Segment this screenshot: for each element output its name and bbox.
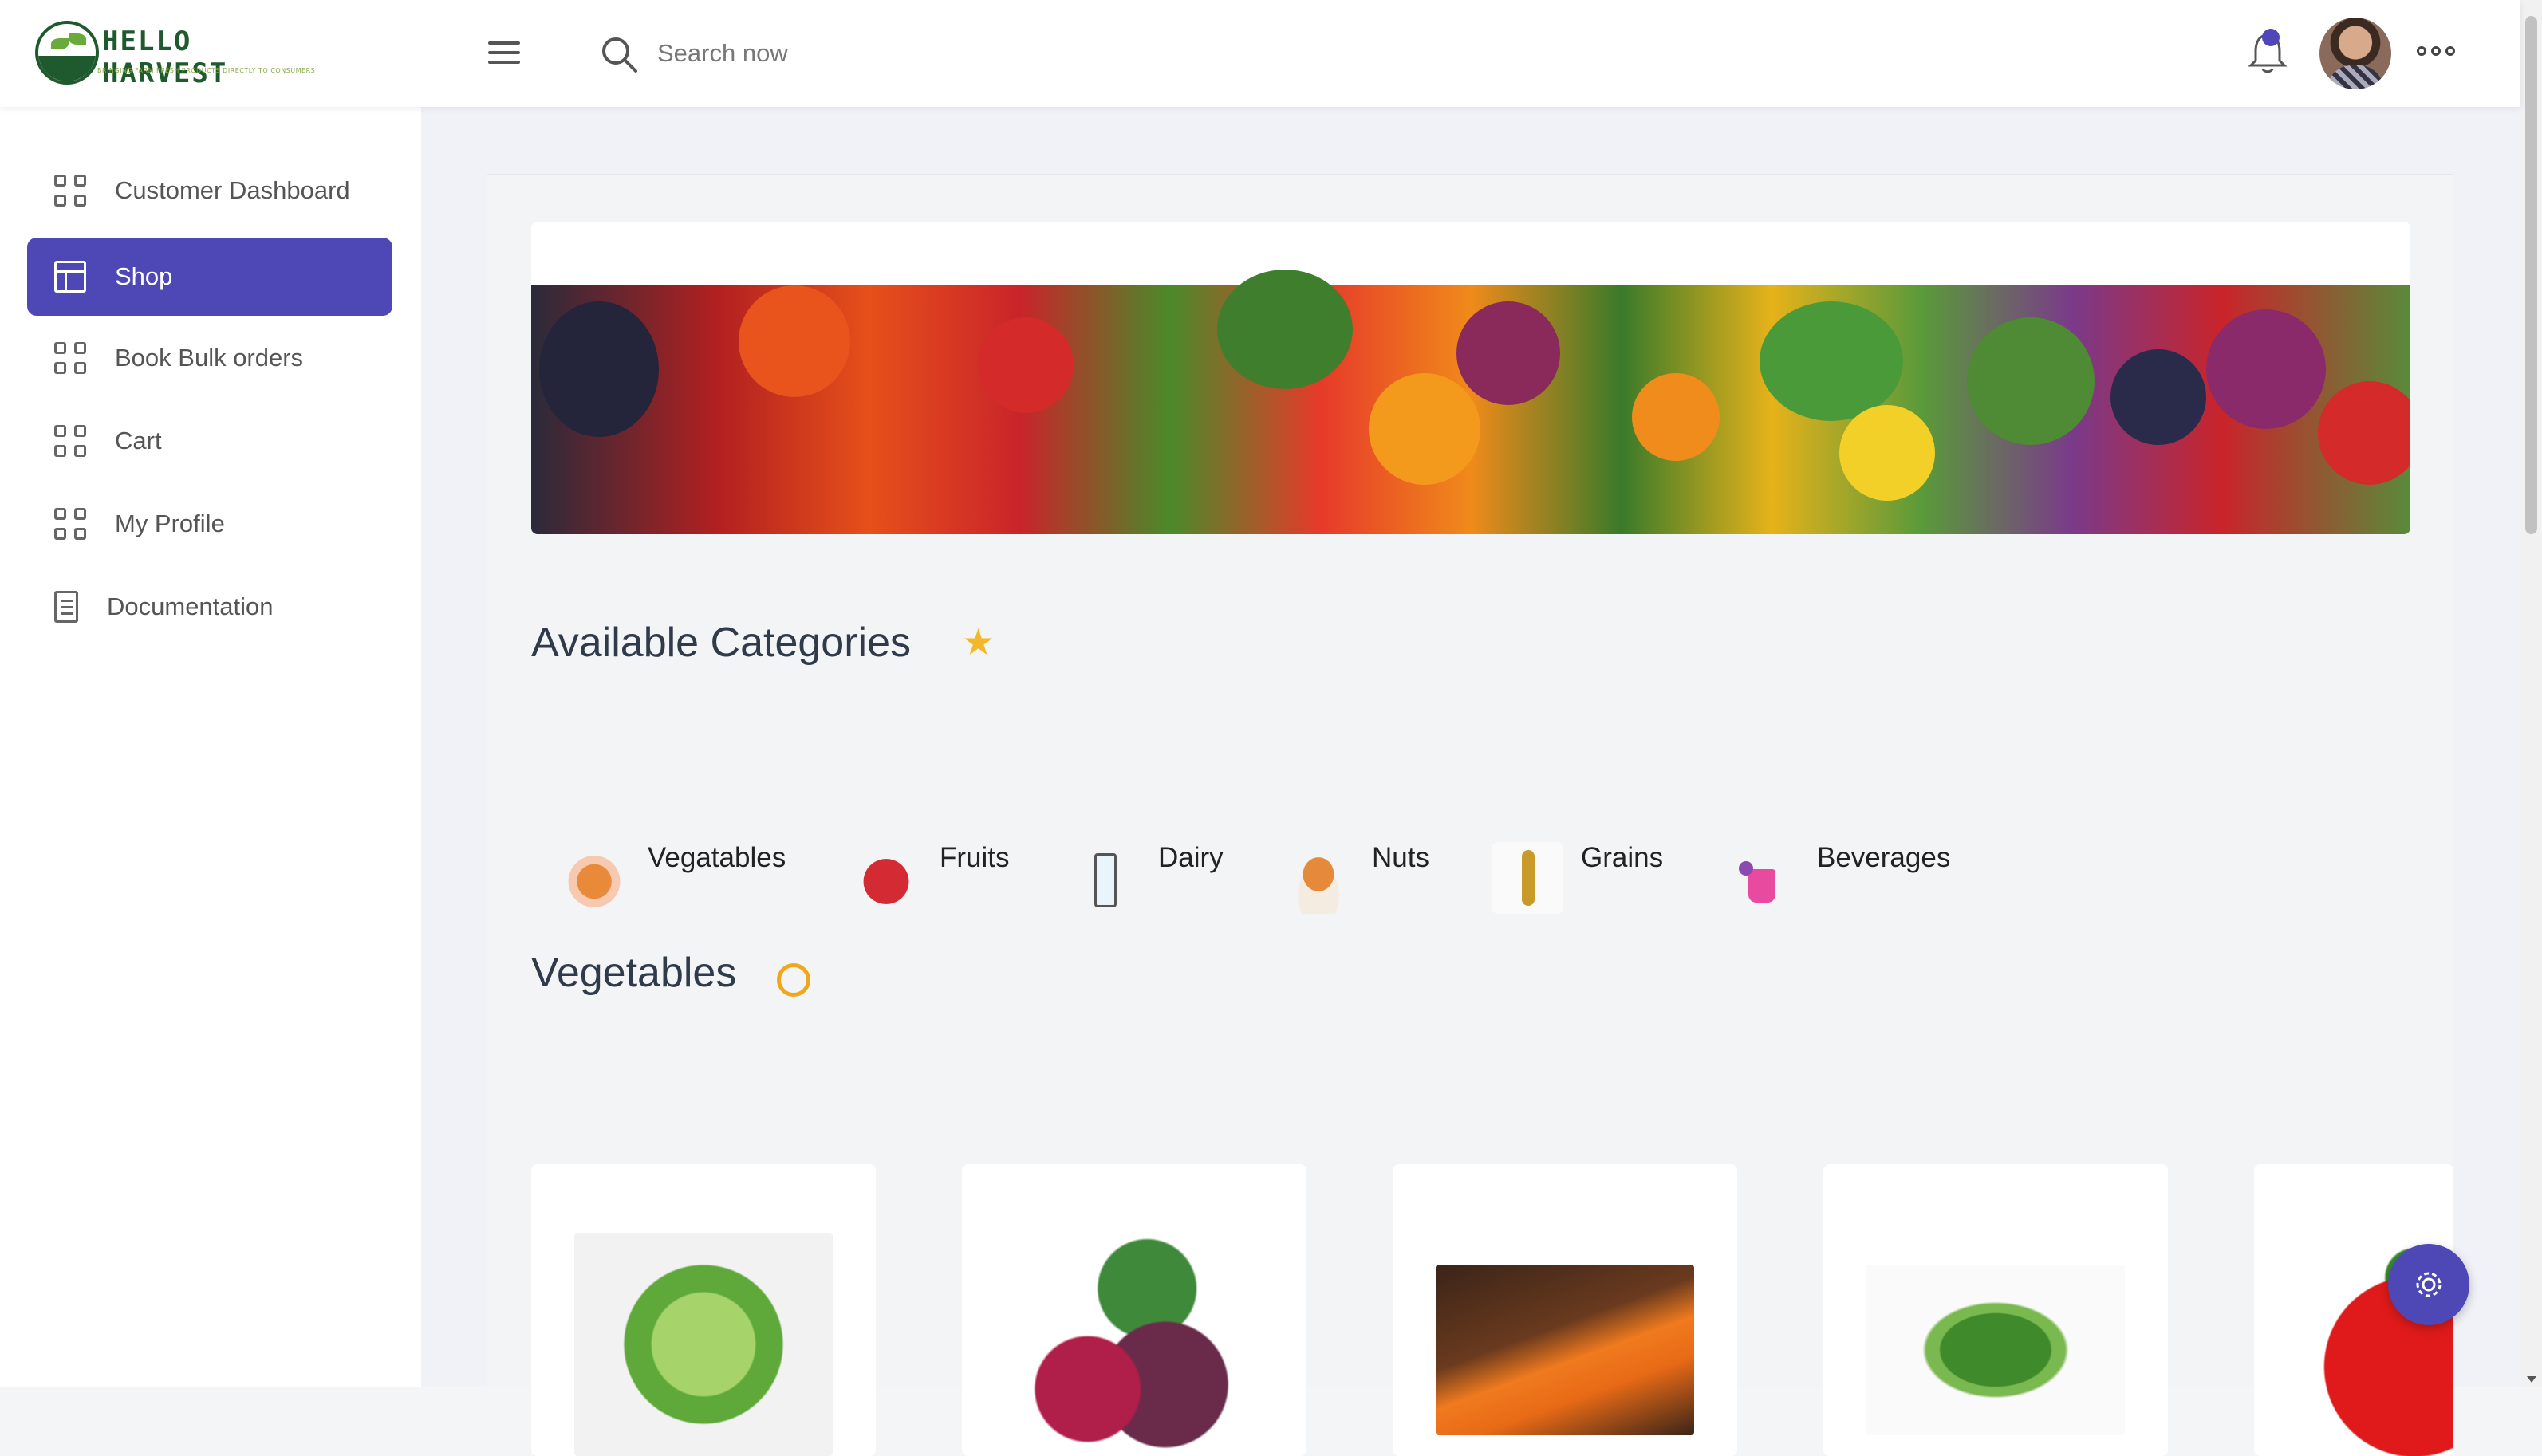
sidebar-item-cart[interactable]: Cart [27, 402, 392, 480]
settings-fab[interactable] [2388, 1244, 2469, 1325]
more-icon[interactable] [2417, 46, 2455, 59]
grid-icon [54, 175, 86, 207]
product-card[interactable] [1823, 1164, 2168, 1456]
apple-icon [850, 842, 922, 914]
category-label: Dairy [1158, 842, 1224, 873]
category-nuts[interactable]: Nuts [1283, 842, 1429, 922]
vertical-scrollbar[interactable] [2520, 0, 2542, 1387]
search-icon[interactable] [600, 35, 640, 75]
product-image-beetroot [1005, 1233, 1263, 1456]
product-card[interactable] [531, 1164, 876, 1456]
nuts-bowl-icon [1283, 842, 1354, 914]
brand-name: HELLO HARVEST [102, 26, 228, 89]
drink-icon [1728, 842, 1799, 914]
grid-icon [54, 425, 86, 457]
main-area: Available Categories ★ Vegatables Fruits… [421, 107, 2520, 1456]
avatar[interactable] [2319, 18, 2391, 89]
category-grains[interactable]: Grains [1492, 842, 1663, 922]
category-label: Nuts [1372, 842, 1429, 873]
sidebar-item-label: Documentation [107, 592, 274, 620]
category-dairy[interactable]: Dairy [1069, 842, 1224, 922]
notification-dot [2262, 29, 2280, 46]
sidebar-item-my-profile[interactable]: My Profile [27, 485, 392, 563]
brand-logo[interactable]: HELLO HARVEST BRINGING FARM FRESH PRODUC… [35, 18, 315, 89]
scroll-down-arrow[interactable] [2527, 1376, 2536, 1383]
categories-title: Available Categories [531, 620, 911, 666]
sidebar-item-label: Book Bulk orders [115, 344, 304, 372]
grid-icon [54, 508, 86, 540]
product-image-carrots [1436, 1265, 1694, 1435]
banner-image [531, 270, 2410, 534]
category-label: Vegatables [648, 842, 786, 873]
sidebar: Customer Dashboard Shop Book Bulk orders… [0, 107, 421, 1387]
scrollbar-thumb[interactable] [2525, 16, 2537, 534]
produce-banner [531, 222, 2410, 534]
product-image-cabbage [574, 1233, 833, 1456]
category-beverages[interactable]: Beverages [1728, 842, 1950, 922]
category-fruits[interactable]: Fruits [850, 842, 1010, 922]
sidebar-item-label: Shop [115, 262, 173, 290]
search-input[interactable] [657, 32, 1136, 75]
sidebar-item-label: Customer Dashboard [115, 176, 350, 204]
vegetable-bag-icon [558, 842, 630, 914]
sidebar-item-documentation[interactable]: Documentation [27, 568, 392, 646]
top-header: HELLO HARVEST BRINGING FARM FRESH PRODUC… [0, 0, 2520, 107]
brand-tagline: BRINGING FARM FRESH PRODUCTS DIRECTLY TO… [97, 67, 316, 74]
category-label: Grains [1581, 842, 1664, 873]
product-card[interactable] [1393, 1164, 1737, 1456]
category-label: Fruits [940, 842, 1010, 873]
menu-icon[interactable] [488, 41, 520, 65]
sidebar-item-shop[interactable]: Shop [27, 238, 392, 316]
product-card[interactable] [962, 1164, 1306, 1456]
logo-mark [35, 21, 99, 85]
shop-icon [54, 261, 86, 293]
wheat-icon [1492, 842, 1563, 914]
document-icon [54, 591, 78, 623]
gear-icon [2416, 1272, 2442, 1297]
sidebar-item-book-bulk-orders[interactable]: Book Bulk orders [27, 319, 392, 397]
milk-icon [1069, 842, 1141, 914]
sidebar-item-customer-dashboard[interactable]: Customer Dashboard [27, 152, 392, 230]
content-panel: Available Categories ★ Vegatables Fruits… [487, 174, 2453, 1456]
star-icon: ★ [962, 620, 995, 663]
product-image-green-beans [1866, 1265, 2125, 1435]
category-label: Beverages [1817, 842, 1951, 873]
sidebar-item-label: Cart [115, 427, 162, 455]
vegetables-title: Vegetables [531, 950, 737, 996]
fire-icon [777, 963, 810, 997]
category-vegetables[interactable]: Vegatables [558, 842, 786, 922]
sidebar-item-label: My Profile [115, 510, 225, 537]
grid-icon [54, 342, 86, 374]
